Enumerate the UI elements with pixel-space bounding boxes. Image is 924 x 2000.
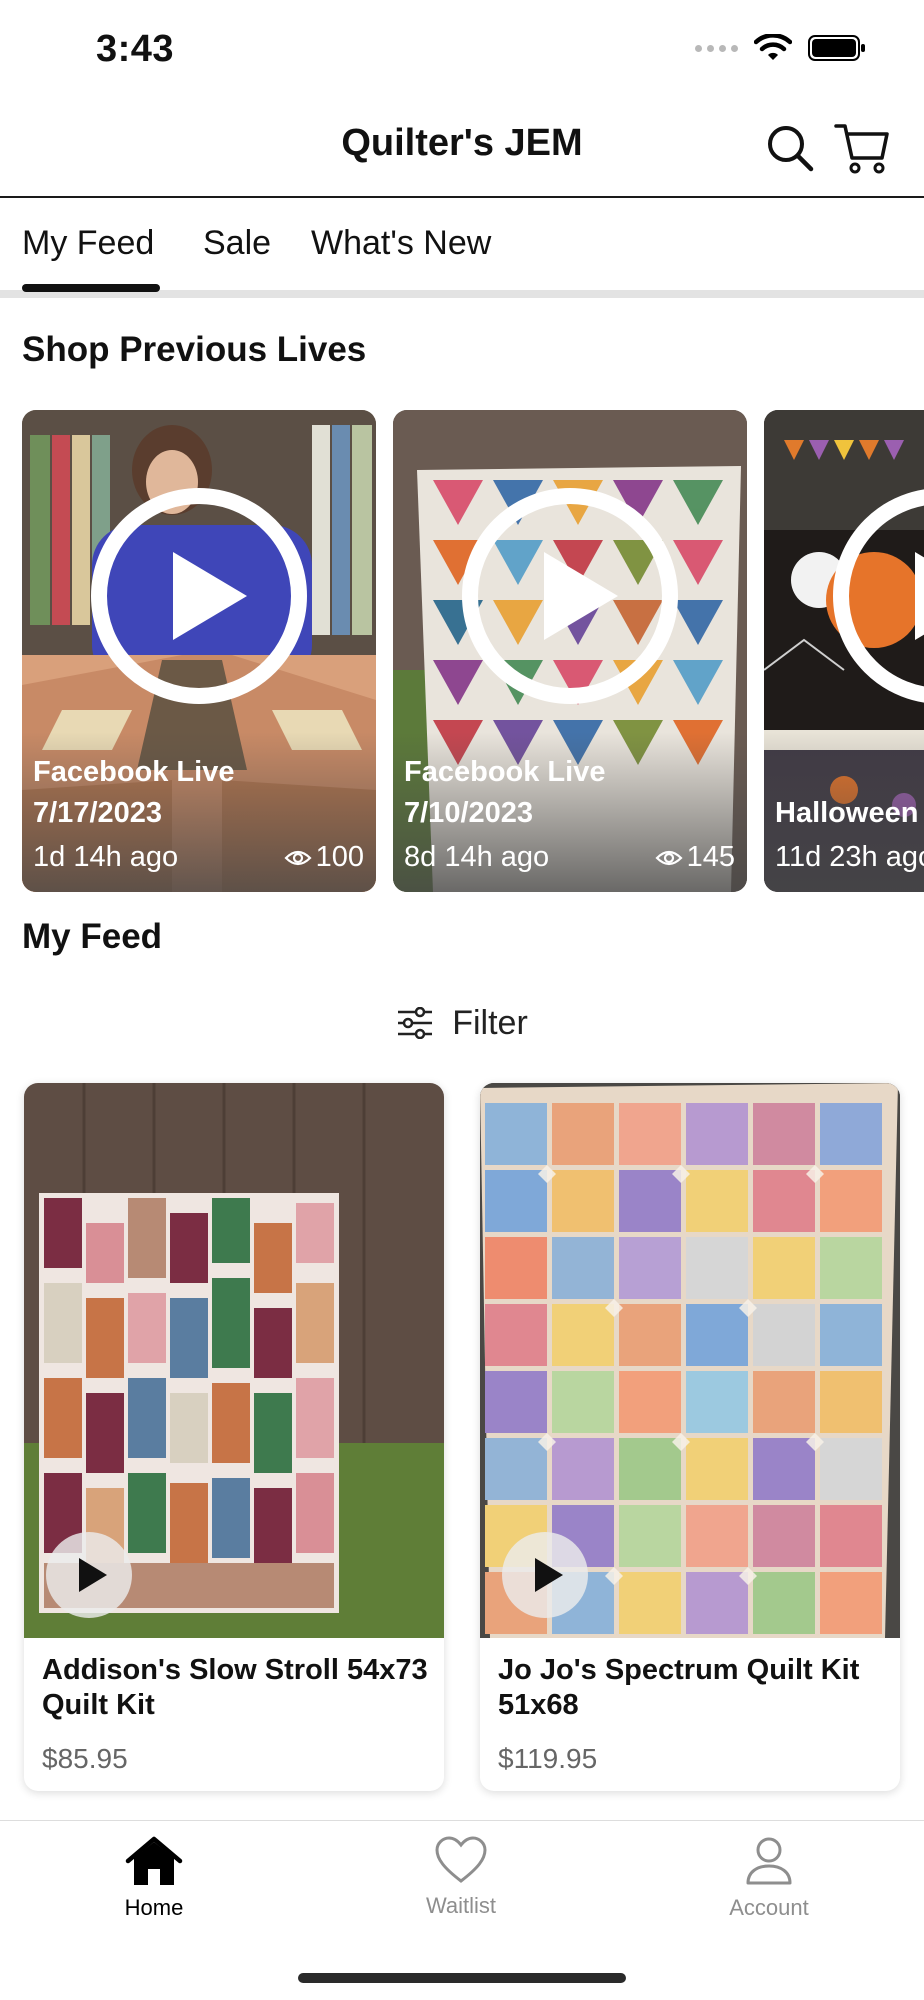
filter-label: Filter bbox=[452, 1003, 528, 1042]
section-title-my-feed: My Feed bbox=[22, 917, 163, 956]
play-button[interactable] bbox=[91, 488, 307, 704]
nav-waitlist[interactable]: Waitlist bbox=[361, 1835, 561, 1919]
play-icon bbox=[544, 552, 618, 640]
live-date: 7/10/2023 bbox=[404, 797, 534, 829]
live-name: Facebook Live bbox=[404, 756, 606, 788]
tab-sale[interactable]: Sale bbox=[203, 224, 271, 263]
product-card[interactable]: Addison's Slow Stroll 54x73 Quilt Kit $8… bbox=[24, 1083, 444, 1791]
product-price: $119.95 bbox=[498, 1743, 598, 1774]
eye-icon bbox=[655, 850, 683, 865]
cart-button[interactable] bbox=[834, 120, 890, 176]
live-title: Halloween bbox=[775, 793, 918, 834]
view-count: 100 bbox=[315, 841, 364, 873]
filter-icon bbox=[398, 1007, 433, 1039]
tab-whats-new[interactable]: What's New bbox=[311, 224, 491, 263]
wifi-icon bbox=[754, 34, 792, 60]
status-icons bbox=[695, 34, 866, 62]
live-time-ago: 1d 14h ago bbox=[33, 841, 179, 873]
search-icon bbox=[768, 126, 814, 172]
product-card[interactable]: Jo Jo's Spectrum Quilt Kit 51x68 $119.95 bbox=[480, 1083, 900, 1791]
status-bar: 3:43 bbox=[0, 0, 924, 100]
tab-active-indicator bbox=[22, 284, 160, 292]
video-play-button[interactable] bbox=[46, 1532, 132, 1618]
live-card[interactable]: Facebook Live 7/17/2023 1d 14h ago 100 bbox=[22, 410, 376, 892]
play-icon bbox=[915, 552, 924, 640]
view-count: 145 bbox=[686, 841, 735, 873]
play-button[interactable] bbox=[462, 488, 678, 704]
nav-account[interactable]: Account bbox=[669, 1835, 869, 1921]
live-time-ago: 8d 14h ago bbox=[404, 841, 550, 873]
live-title: Facebook Live 7/10/2023 bbox=[404, 752, 605, 834]
battery-icon bbox=[808, 35, 865, 61]
search-button[interactable] bbox=[762, 120, 818, 176]
live-date: 7/17/2023 bbox=[33, 797, 163, 829]
product-name: Addison's Slow Stroll 54x73 Quilt Kit bbox=[42, 1654, 428, 1721]
filter-button[interactable]: Filter bbox=[0, 998, 924, 1048]
play-icon bbox=[535, 1558, 563, 1592]
status-time: 3:43 bbox=[96, 28, 175, 70]
play-icon bbox=[79, 1558, 107, 1592]
product-price: $85.95 bbox=[42, 1743, 128, 1774]
live-card[interactable]: Halloween 11d 23h ago bbox=[764, 410, 924, 892]
live-card[interactable]: Facebook Live 7/10/2023 8d 14h ago 145 bbox=[393, 410, 747, 892]
product-image bbox=[24, 1083, 444, 1638]
play-icon bbox=[173, 552, 247, 640]
video-play-button[interactable] bbox=[502, 1532, 588, 1618]
live-title: Facebook Live 7/17/2023 bbox=[33, 752, 234, 834]
heart-icon bbox=[435, 1836, 487, 1883]
tab-my-feed[interactable]: My Feed bbox=[22, 224, 154, 263]
nav-account-label: Account bbox=[729, 1895, 809, 1920]
eye-icon bbox=[284, 850, 312, 865]
tab-bar: My Feed Sale What's New bbox=[0, 200, 924, 298]
product-image bbox=[480, 1083, 900, 1638]
section-title-previous-lives: Shop Previous Lives bbox=[22, 330, 367, 369]
live-views: 145 bbox=[655, 841, 735, 874]
live-name: Halloween bbox=[775, 797, 919, 829]
live-name: Facebook Live bbox=[33, 756, 235, 788]
home-icon bbox=[125, 1836, 183, 1885]
product-name: Jo Jo's Spectrum Quilt Kit 51x68 bbox=[498, 1654, 860, 1721]
cart-icon bbox=[834, 124, 889, 174]
previous-lives-carousel[interactable]: Facebook Live 7/17/2023 1d 14h ago 100 F… bbox=[22, 410, 924, 892]
live-views: 100 bbox=[284, 841, 364, 874]
nav-home[interactable]: Home bbox=[54, 1835, 254, 1921]
home-indicator[interactable] bbox=[298, 1973, 626, 1983]
nav-waitlist-label: Waitlist bbox=[425, 1893, 497, 1918]
app-header: Quilter's JEM bbox=[0, 100, 924, 198]
signal-icon bbox=[695, 44, 738, 52]
live-time-ago: 11d 23h ago bbox=[775, 841, 924, 873]
person-icon bbox=[746, 1837, 792, 1885]
nav-home-label: Home bbox=[124, 1895, 184, 1920]
